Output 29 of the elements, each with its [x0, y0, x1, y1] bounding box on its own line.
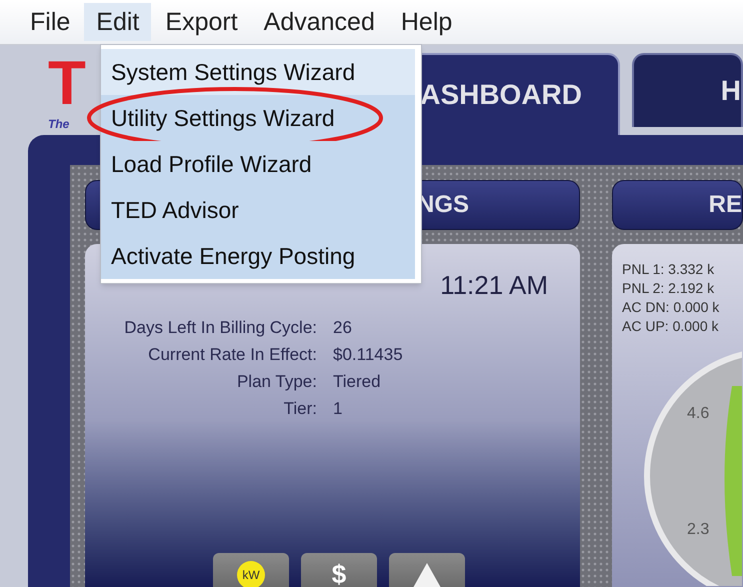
info-value: Tiered: [333, 371, 382, 393]
dropdown-item[interactable]: Utility Settings Wizard: [101, 95, 415, 141]
section-title: RE: [708, 190, 742, 220]
info-label: Plan Type:: [236, 371, 317, 393]
menu-item[interactable]: Edit: [84, 3, 152, 41]
dropdown-item[interactable]: TED Advisor: [101, 187, 415, 233]
info-value: $0.11435: [333, 344, 404, 366]
reading-text: PNL 1: 3.332 k: [622, 260, 716, 279]
info-value: 1: [333, 398, 344, 420]
reading-text: PNL 2: 2.192 k: [622, 279, 716, 298]
reading-text: AC DN: 0.000 k: [622, 298, 720, 317]
menu-item[interactable]: Export: [153, 3, 250, 41]
menu-item[interactable]: Advanced: [252, 3, 387, 41]
gauge-tick-label: 4.6: [687, 405, 710, 422]
time-text: 11:21 AM: [440, 269, 549, 302]
gauge-tick-label: 2.3: [687, 521, 710, 538]
info-label: Days Left In Billing Cycle:: [123, 317, 317, 339]
dropdown-item[interactable]: Activate Energy Posting: [101, 233, 415, 279]
info-label: Tier:: [282, 398, 317, 420]
menu-item[interactable]: Help: [388, 3, 464, 41]
dollar-button[interactable]: $: [301, 553, 377, 587]
menu-item[interactable]: File: [18, 3, 82, 41]
reading-text: AC UP: 0.000 k: [622, 317, 720, 336]
info-label: Current Rate In Effect:: [147, 344, 317, 366]
kw-button[interactable]: kW: [213, 553, 289, 587]
dropdown-item[interactable]: Load Profile Wizard: [101, 141, 415, 187]
dropdown-item[interactable]: System Settings Wizard: [101, 49, 415, 95]
tab[interactable]: H: [632, 53, 743, 127]
info-value: 26: [333, 317, 353, 339]
